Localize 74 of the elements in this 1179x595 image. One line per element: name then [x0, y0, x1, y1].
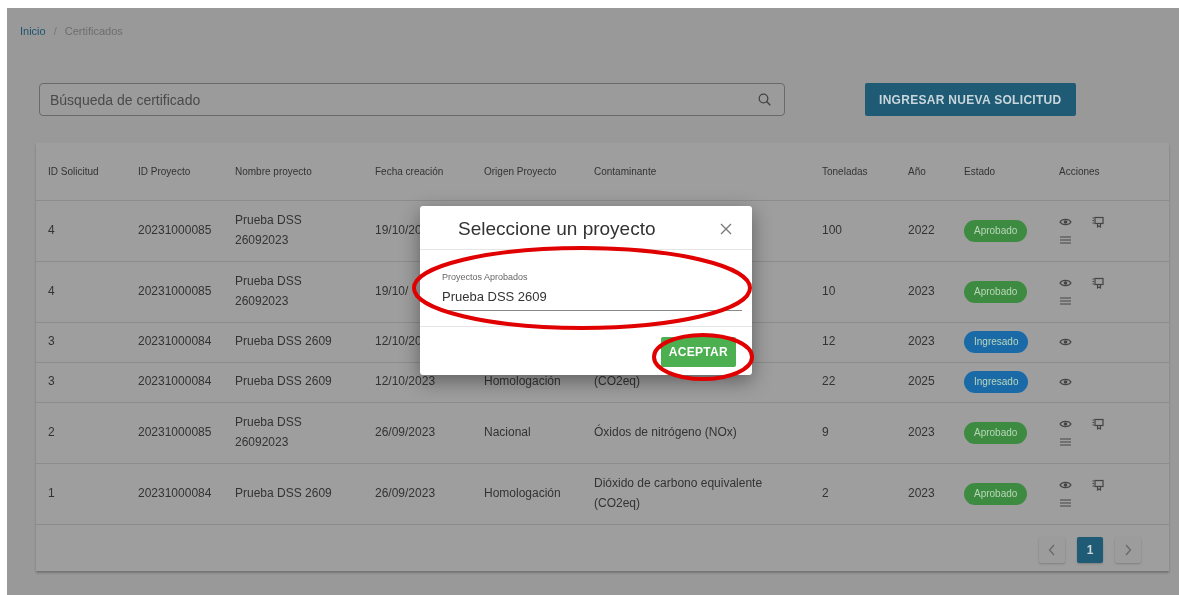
table-cell: 100: [822, 222, 843, 237]
table-cell: 2023: [908, 334, 935, 349]
close-icon: [720, 223, 732, 236]
column-header: ID Proyecto: [138, 165, 191, 177]
table-cell: 20231000085: [138, 222, 212, 237]
status-badge: Aprobado: [964, 421, 1028, 444]
table-cell: Homologación: [484, 485, 561, 500]
status-badge: Aprobado: [964, 482, 1028, 505]
chevron-left-icon: [1048, 543, 1056, 556]
table-cell: 2: [48, 424, 55, 439]
table-cell: 4: [48, 283, 55, 298]
column-header: Estado: [964, 165, 996, 177]
modal-title: Seleccione un proyecto: [458, 218, 656, 241]
table-cell: 2023: [908, 485, 935, 500]
table-cell: 20231000084: [138, 374, 212, 389]
table-cell: 2022: [908, 222, 935, 237]
field-label: Proyectos Aprobados: [442, 270, 529, 284]
table-cell: 12: [822, 334, 836, 349]
table-cell: 3: [48, 334, 55, 349]
table-cell: 26/09/2023: [375, 485, 436, 500]
status-badge: Ingresado: [964, 371, 1029, 393]
table-cell: Óxidos de nitrógeno (NOx): [594, 424, 737, 439]
search-icon: [758, 93, 771, 106]
table-cell: Prueba DSS 26092023: [235, 213, 302, 247]
search-field[interactable]: Búsqueda de certificado: [39, 83, 785, 116]
column-header: Contaminante: [594, 165, 657, 177]
table-cell: Prueba DSS 2609: [235, 334, 332, 349]
new-request-button[interactable]: INGRESAR NUEVA SOLICITUD: [865, 83, 1076, 116]
table-cell: Prueba DSS 2609: [235, 374, 332, 389]
column-header: ID Solicitud: [48, 165, 99, 177]
column-header: Acciones: [1059, 165, 1100, 177]
eye-icon[interactable]: [1059, 336, 1072, 348]
table-cell: (CO2eq): [594, 374, 640, 389]
page-button[interactable]: 1: [1077, 536, 1103, 563]
column-header: Toneladas: [822, 165, 868, 177]
table-cell: 3: [48, 374, 55, 389]
status-badge: Aprobado: [964, 280, 1028, 303]
table-cell: Prueba DSS 2609: [235, 485, 332, 500]
certificate-icon[interactable]: [1092, 478, 1105, 491]
table-cell: Prueba DSS 26092023: [235, 415, 302, 449]
close-button[interactable]: [720, 223, 732, 236]
column-header: Fecha creación: [375, 165, 444, 177]
eye-icon[interactable]: [1059, 376, 1072, 388]
column-header: Año: [908, 165, 926, 177]
certificate-icon[interactable]: [1092, 417, 1105, 430]
table-cell: 22: [822, 374, 836, 389]
column-header: Nombre proyecto: [235, 165, 312, 177]
table-cell: 20231000084: [138, 485, 212, 500]
breadcrumb-link[interactable]: Inicio: [20, 25, 46, 37]
status-badge: Aprobado: [964, 219, 1028, 242]
table-cell: 10: [822, 283, 836, 298]
table-cell: Nacional: [484, 424, 531, 439]
table-cell: 2023: [908, 424, 935, 439]
certificate-icon[interactable]: [1092, 215, 1105, 228]
table-cell: 2023: [908, 283, 935, 298]
table-cell: 26/09/2023: [375, 424, 436, 439]
table-cell: 19/10/: [375, 283, 409, 298]
chevron-right-icon: [1124, 543, 1132, 556]
column-header: Origen Proyecto: [484, 165, 557, 177]
table-cell: 9: [822, 424, 829, 439]
table-cell: 2: [822, 485, 829, 500]
breadcrumb-separator: /: [53, 25, 57, 37]
table-cell: 1: [48, 485, 55, 500]
table-cell: 12/10/2023: [375, 374, 436, 389]
table-cell: 20231000085: [138, 283, 212, 298]
table-cell: Dióxido de carbono equivalente (CO2eq): [594, 476, 763, 510]
table-cell: 20231000085: [138, 424, 212, 439]
certificate-icon[interactable]: [1092, 276, 1105, 289]
status-badge: Ingresado: [964, 331, 1029, 353]
table-cell: 4: [48, 222, 55, 237]
table-cell: Homologación: [484, 374, 561, 389]
table-cell: 2025: [908, 374, 935, 389]
table-cell: 20231000084: [138, 334, 212, 349]
table-cell: Prueba DSS 26092023: [235, 274, 302, 308]
